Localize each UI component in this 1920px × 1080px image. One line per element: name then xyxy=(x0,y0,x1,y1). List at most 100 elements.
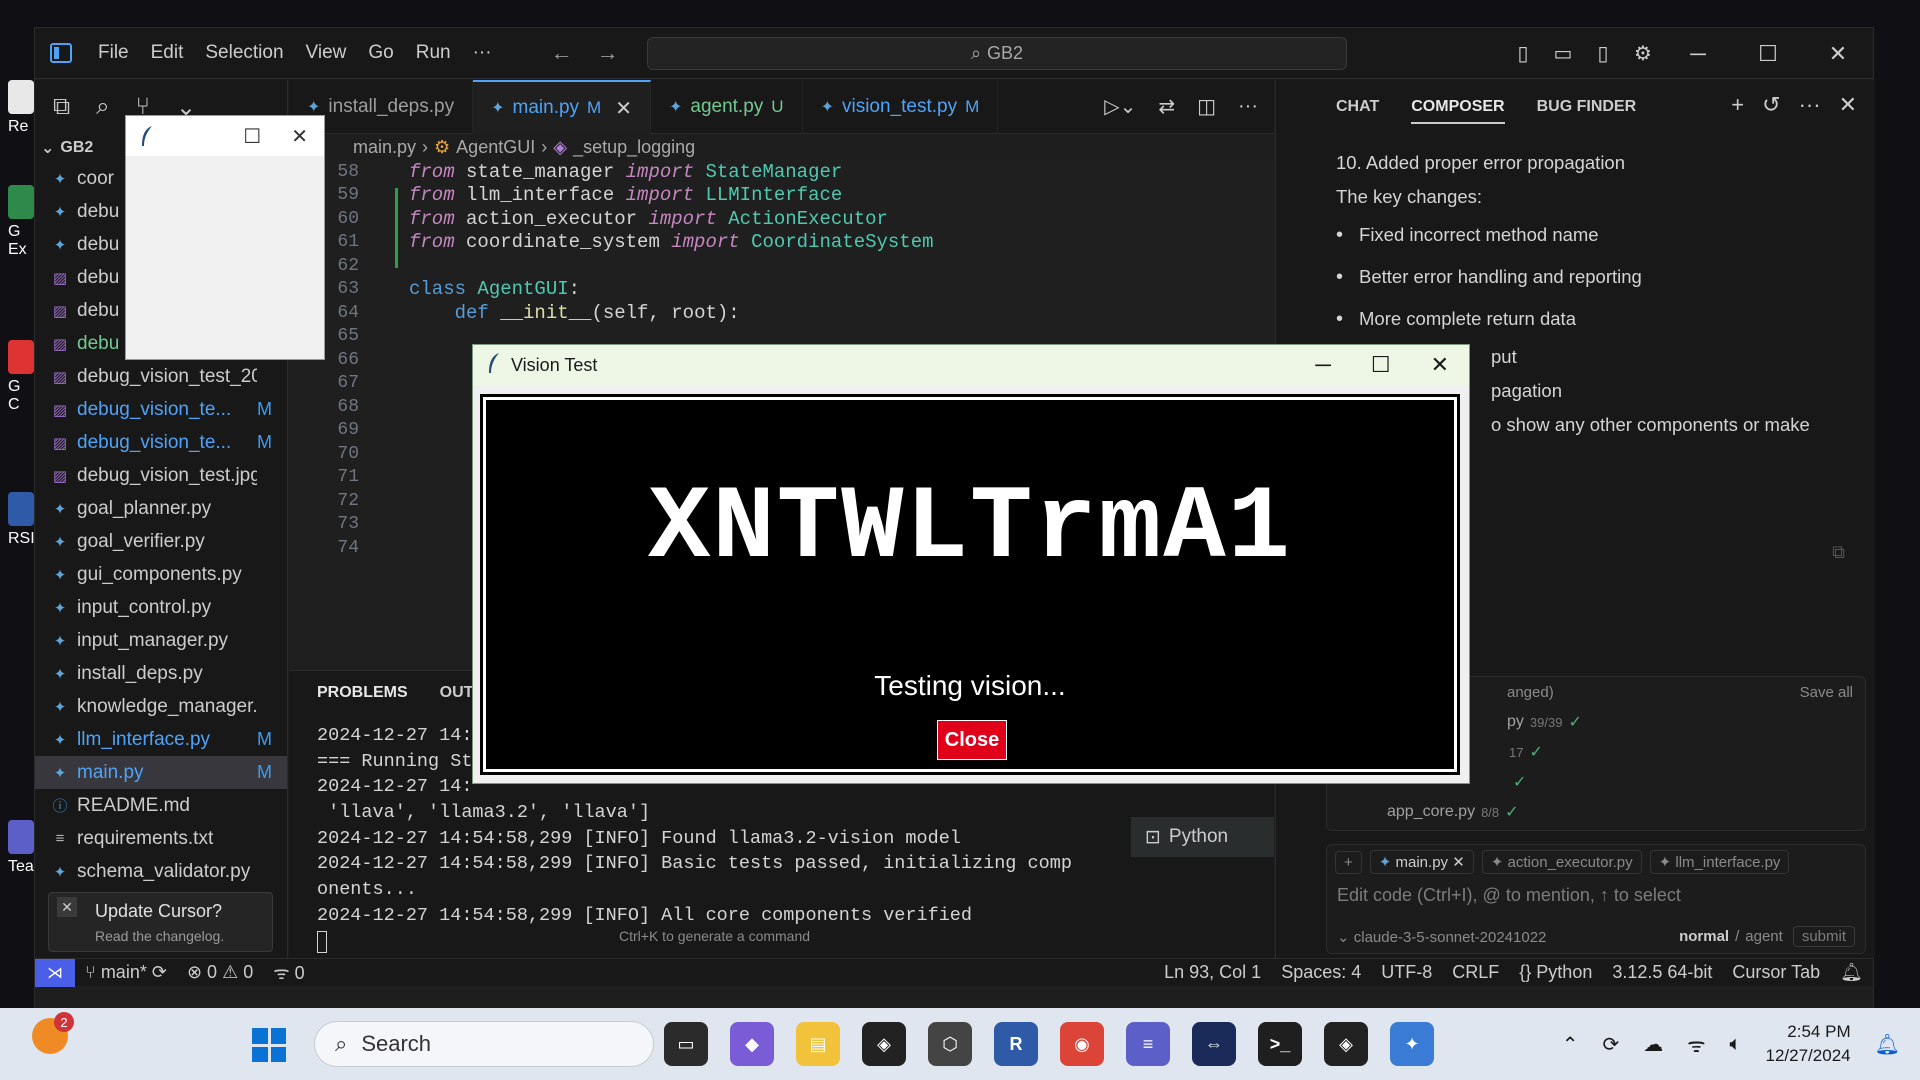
close-icon[interactable]: ✕ xyxy=(1839,92,1857,118)
maximize-icon[interactable]: ☐ xyxy=(243,124,261,149)
file-item[interactable]: ✦ gui_components.py xyxy=(35,558,287,591)
clock[interactable]: 2:54 PM 12/27/2024 xyxy=(1766,1020,1851,1068)
save-all-button[interactable]: Save all xyxy=(1800,684,1853,701)
chevron-up-icon[interactable]: ⌃ xyxy=(1562,1032,1579,1057)
more-icon[interactable]: ··· xyxy=(1230,95,1266,118)
compare-icon[interactable]: ⇄ xyxy=(1150,94,1183,119)
app-icon[interactable]: ≡ xyxy=(1126,1022,1170,1066)
menu-view[interactable]: View xyxy=(295,42,358,64)
file-item[interactable]: ✦ goal_planner.py xyxy=(35,492,287,525)
tab-problems[interactable]: PROBLEMS xyxy=(317,684,408,702)
cloud-icon[interactable]: ☁ xyxy=(1643,1032,1663,1057)
toggle-panel-icon[interactable]: ▭ xyxy=(1543,34,1583,74)
python-interpreter[interactable]: 3.12.5 64-bit xyxy=(1602,962,1722,983)
cursor-tab[interactable]: Cursor Tab xyxy=(1722,962,1830,983)
file-item[interactable]: ▨ debug_vision_te... M xyxy=(35,393,287,426)
tab-agent[interactable]: ✦ agent.py U xyxy=(651,80,803,134)
close-icon[interactable]: ✕ xyxy=(291,124,308,149)
sync-icon[interactable]: ⟳ xyxy=(1602,1032,1619,1057)
mode-agent[interactable]: agent xyxy=(1745,928,1783,945)
cursor-position[interactable]: Ln 93, Col 1 xyxy=(1154,962,1271,983)
close-icon[interactable]: ✕ xyxy=(1431,352,1449,378)
teamviewer-icon[interactable]: ⇔ xyxy=(1192,1022,1236,1066)
menu-more[interactable]: ··· xyxy=(462,42,503,64)
file-item[interactable]: ⓘ README.md xyxy=(35,789,287,822)
forward-arrow-icon[interactable]: → xyxy=(585,40,631,66)
maximize-icon[interactable]: ☐ xyxy=(1733,28,1803,79)
submit-button[interactable]: submit xyxy=(1792,926,1855,947)
line-ending[interactable]: CRLF xyxy=(1442,962,1509,983)
breadcrumb-method[interactable]: _setup_logging xyxy=(573,137,695,158)
close-icon[interactable]: ✕ xyxy=(1803,28,1873,79)
terminal-icon[interactable]: >_ xyxy=(1258,1022,1302,1066)
file-item[interactable]: ▨ debug_vision_te... M xyxy=(35,426,287,459)
composer-placeholder[interactable]: Edit code (Ctrl+I), @ to mention, ↑ to s… xyxy=(1327,885,1865,906)
app-logo-icon[interactable] xyxy=(49,42,73,64)
plus-icon[interactable]: + xyxy=(1731,92,1744,118)
menu-edit[interactable]: Edit xyxy=(140,42,195,64)
weather-widget[interactable]: 2 xyxy=(32,1012,74,1054)
remote-icon[interactable]: ⋊ xyxy=(35,958,75,987)
bell-icon[interactable]: 🔔︎ xyxy=(1830,962,1873,983)
indentation[interactable]: Spaces: 4 xyxy=(1271,962,1371,983)
file-item[interactable]: ≡ requirements.txt xyxy=(35,822,287,855)
add-context-button[interactable]: + xyxy=(1335,850,1362,874)
tab-vision-test[interactable]: ✦ vision_test.py M xyxy=(803,80,999,134)
tab-bug-finder[interactable]: BUG FINDER xyxy=(1537,98,1637,116)
back-arrow-icon[interactable]: ← xyxy=(539,40,585,66)
menu-go[interactable]: Go xyxy=(357,42,404,64)
copy-icon[interactable]: ⧉ xyxy=(1832,542,1845,563)
encoding[interactable]: UTF-8 xyxy=(1371,962,1442,983)
run-icon[interactable]: ▷⌄ xyxy=(1096,94,1144,119)
tab-chat[interactable]: CHAT xyxy=(1336,98,1379,116)
language-mode[interactable]: {} Python xyxy=(1509,962,1602,983)
toggle-secondary-sidebar-icon[interactable]: ▯ xyxy=(1583,34,1623,74)
task-view-icon[interactable]: ▭ xyxy=(664,1022,708,1066)
file-item[interactable]: ✦ goal_verifier.py xyxy=(35,525,287,558)
gear-icon[interactable]: ⚙ xyxy=(1623,34,1663,74)
start-button[interactable] xyxy=(252,1028,286,1062)
notification-icon[interactable]: 🔔︎ xyxy=(1875,1032,1900,1057)
file-item[interactable]: ✦ main.py M xyxy=(35,756,287,789)
files-icon[interactable]: ⧉ xyxy=(53,93,70,121)
toggle-sidebar-icon[interactable]: ▯ xyxy=(1503,34,1543,74)
context-chip[interactable]: ✦ action_executor.py xyxy=(1481,850,1642,874)
change-row[interactable]: app_core.py 8/8 ✓ xyxy=(1327,797,1865,827)
file-item[interactable]: ✦ knowledge_manager.py xyxy=(35,690,287,723)
terminal-instance[interactable]: ⊡ Python xyxy=(1131,817,1274,857)
split-editor-icon[interactable]: ◫ xyxy=(1189,94,1224,119)
close-icon[interactable]: ✕ xyxy=(615,96,632,121)
unity-icon[interactable]: ⬡ xyxy=(928,1022,972,1066)
rsi-launcher-icon[interactable]: R xyxy=(994,1022,1038,1066)
file-item[interactable]: ✦ input_control.py xyxy=(35,591,287,624)
file-item[interactable]: ✦ llm_interface.py M xyxy=(35,723,287,756)
minimize-icon[interactable]: ─ xyxy=(1315,352,1331,378)
context-chip[interactable]: ✦ llm_interface.py xyxy=(1649,850,1790,874)
volume-icon[interactable]: 🔈︎ xyxy=(1730,1033,1742,1056)
close-icon[interactable]: ✕ xyxy=(1452,854,1465,871)
ports-indicator[interactable]: ᯤ 0 xyxy=(263,961,314,985)
menu-file[interactable]: File xyxy=(87,42,140,64)
file-item[interactable]: ✦ schema_validator.py xyxy=(35,855,287,888)
search-icon[interactable]: ⌕ xyxy=(96,93,109,121)
problems-indicator[interactable]: ⊗ 0 ⚠ 0 xyxy=(177,962,263,983)
tab-main[interactable]: ✦ main.py M ✕ xyxy=(473,80,651,134)
file-item[interactable]: ✦ input_manager.py xyxy=(35,624,287,657)
mode-normal[interactable]: normal xyxy=(1679,928,1729,945)
file-item[interactable]: ✦ install_deps.py xyxy=(35,657,287,690)
model-selector[interactable]: ⌄ claude-3-5-sonnet-20241022 xyxy=(1337,928,1546,946)
close-icon[interactable]: ✕ xyxy=(57,897,77,917)
app-icon[interactable]: ◈ xyxy=(862,1022,906,1066)
breadcrumb-file[interactable]: main.py xyxy=(353,137,416,158)
tab-output[interactable]: OUT xyxy=(440,684,474,702)
cursor-app-icon[interactable]: ◈ xyxy=(1324,1022,1368,1066)
wifi-icon[interactable]: ᯤ xyxy=(1687,1031,1705,1058)
python-app-icon[interactable]: ✦ xyxy=(1390,1022,1434,1066)
menu-run[interactable]: Run xyxy=(405,42,462,64)
context-chip[interactable]: ✦ main.py ✕ xyxy=(1369,850,1474,874)
copilot-icon[interactable]: ◆ xyxy=(730,1022,774,1066)
file-item[interactable]: ▨ debug_vision_test.jpg xyxy=(35,459,287,492)
maximize-icon[interactable]: ☐ xyxy=(1371,352,1391,378)
close-button[interactable]: Close xyxy=(937,720,1007,760)
file-item[interactable]: ▨ debug_vision_test_20... xyxy=(35,360,287,393)
